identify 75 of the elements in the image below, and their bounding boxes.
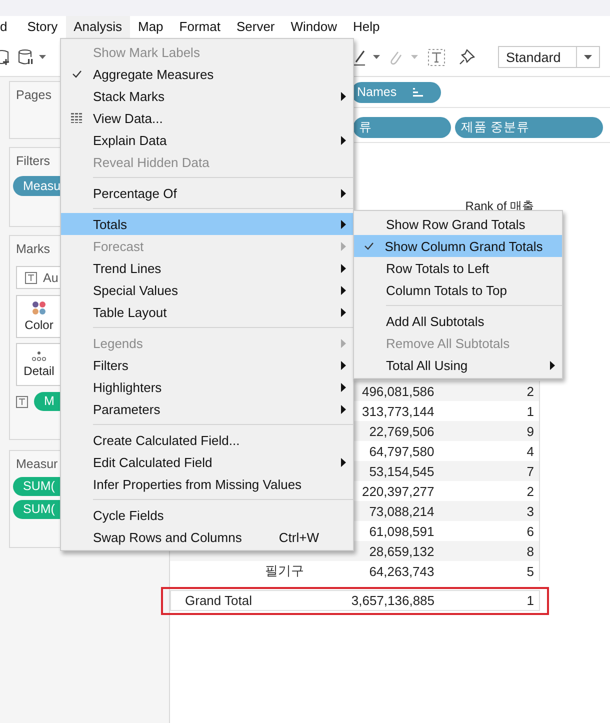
table-icon xyxy=(71,113,83,123)
table-cell-text: 4 xyxy=(526,444,536,458)
caret-icon xyxy=(39,55,46,59)
table-cell-text: 7 xyxy=(526,464,536,478)
table-cell-text: 5 xyxy=(526,564,536,578)
table-cell-text: 53,154,545 xyxy=(368,464,436,478)
card-title: Measur xyxy=(16,457,58,471)
table-cell-text: 9 xyxy=(526,424,536,438)
menu-item[interactable]: Table Layout xyxy=(61,301,353,323)
menu-item[interactable]: Row Totals to Left xyxy=(354,257,562,279)
menu-bar-item[interactable]: Analysis xyxy=(66,16,130,38)
menu-bar-item[interactable]: Story xyxy=(19,16,66,38)
menu-item[interactable]: Cycle Fields xyxy=(61,504,353,526)
table-cell-text: 3,657,136,885 xyxy=(350,593,436,608)
table-cell-text: 3 xyxy=(526,504,536,518)
menu-item[interactable]: Percentage Of xyxy=(61,182,353,204)
menu-item[interactable]: Show Row Grand Totals xyxy=(354,213,562,235)
table-cell-text: 8 xyxy=(526,544,536,558)
menu-item[interactable]: Add All Subtotals xyxy=(354,310,562,332)
menu-bar-item[interactable]: Help xyxy=(345,16,388,38)
pin-icon xyxy=(459,49,475,65)
menu-bar-item[interactable]: Server xyxy=(228,16,283,38)
table-cell-text: 2 xyxy=(526,384,536,398)
menu-item[interactable]: Totals xyxy=(61,213,353,235)
table-cell-text: 61,098,591 xyxy=(368,524,436,538)
table-cell-text: 64,263,743 xyxy=(368,564,436,578)
table-cell-text: 496,081,586 xyxy=(360,384,436,398)
caret-icon xyxy=(584,54,592,60)
table-cell-text: 1 xyxy=(526,593,535,608)
table-cell-text: 28,659,132 xyxy=(368,544,436,558)
view-size-dropdown[interactable]: Standard xyxy=(498,46,600,68)
table-cell-text: 2 xyxy=(526,484,536,498)
menu-bar-item[interactable]: Window xyxy=(282,16,346,38)
pen-icon xyxy=(353,48,365,66)
database-pause-icon xyxy=(18,48,34,66)
table-cell-text: 73,088,214 xyxy=(368,504,436,518)
menu-item[interactable]: Swap Rows and Columns Ctrl+W xyxy=(61,526,353,548)
menu-item[interactable]: Special Values xyxy=(61,279,353,301)
mark-button[interactable]: Color xyxy=(16,295,62,338)
menu-item[interactable]: Column Totals to Top xyxy=(354,279,562,301)
menu-item[interactable]: Edit Calculated Field xyxy=(61,451,353,473)
detail-dots-icon xyxy=(32,351,46,361)
menu-item[interactable]: Show Column Grand Totals xyxy=(354,235,562,257)
menu-item[interactable]: Filters xyxy=(61,354,353,376)
menu-item[interactable]: Trend Lines xyxy=(61,257,353,279)
menu-bar-item[interactable]: Format xyxy=(171,16,228,38)
menu-item[interactable]: Aggregate Measures xyxy=(61,63,353,85)
text-icon xyxy=(16,396,28,408)
menu-item[interactable]: Stack Marks xyxy=(61,85,353,107)
caret-icon xyxy=(411,55,418,59)
row-label: 필기구 xyxy=(264,563,304,578)
card-title: Marks xyxy=(16,242,50,256)
text-icon xyxy=(25,272,37,284)
color-dots-icon xyxy=(32,301,46,315)
menu-item[interactable]: Parameters xyxy=(61,398,353,420)
menu-bar-item[interactable]: d xyxy=(0,16,20,38)
menu-item[interactable]: Create Calculated Field... xyxy=(61,429,353,451)
table-cell-text: 1 xyxy=(526,404,536,418)
table-cell-text: 313,773,144 xyxy=(360,404,436,418)
menu-bar-item[interactable]: Map xyxy=(130,16,172,38)
menu-item[interactable]: Infer Properties from Missing Values xyxy=(61,473,353,495)
caret-icon xyxy=(373,55,380,59)
table-cell-text: 22,769,506 xyxy=(368,424,436,438)
menu-item[interactable]: Total All Using xyxy=(354,354,562,376)
row-label: Grand Total xyxy=(184,593,253,608)
table-cell-text: 6 xyxy=(526,524,536,538)
mark-button[interactable]: Detail xyxy=(16,343,62,386)
menu-item[interactable]: Highlighters xyxy=(61,376,353,398)
card-title: Filters xyxy=(16,154,50,168)
menu-item[interactable]: Explain Data xyxy=(61,129,353,151)
card-title: Pages xyxy=(16,88,52,102)
text-box-icon xyxy=(428,48,445,66)
menu-item[interactable]: View Data... xyxy=(61,107,353,129)
table-cell-text: 64,797,580 xyxy=(368,444,436,458)
table-cell-text: 220,397,277 xyxy=(360,484,436,498)
